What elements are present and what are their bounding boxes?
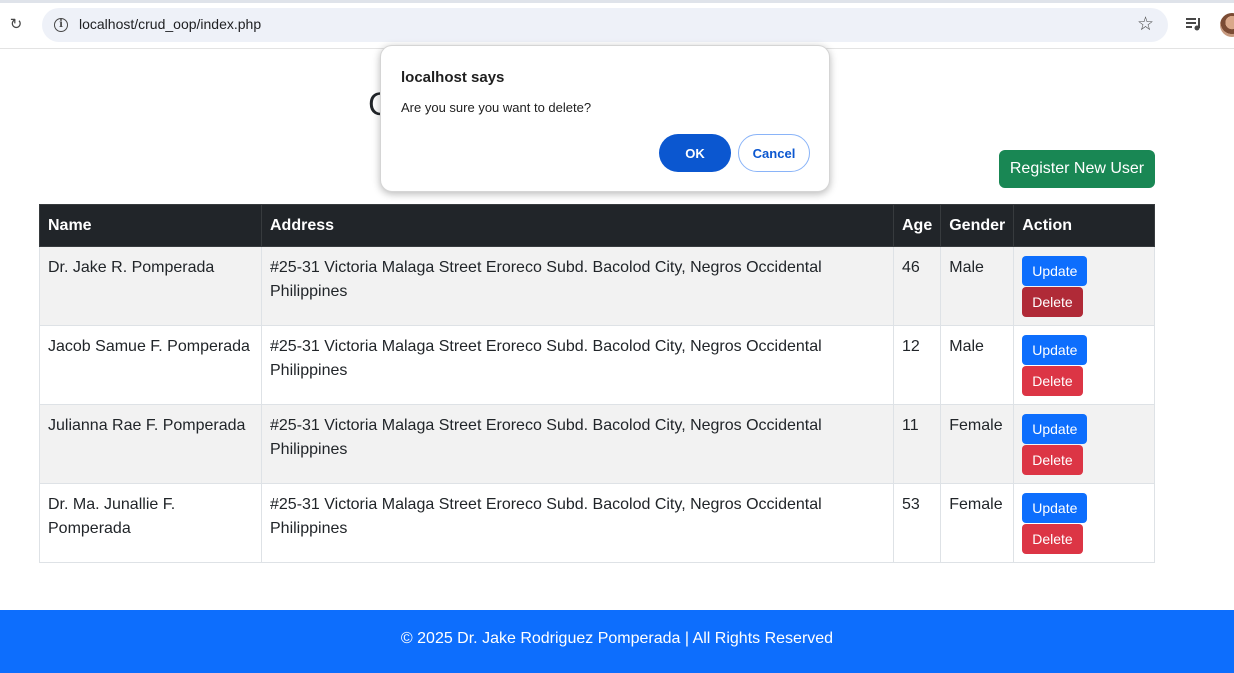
cell-action: Update Delete [1013,483,1155,563]
dialog-message: Are you sure you want to delete? [401,100,592,115]
column-header-action: Action [1013,204,1155,247]
cell-address: #25-31 Victoria Malaga Street Eroreco Su… [261,325,894,405]
bookmark-star-icon[interactable]: ☆ [1137,13,1154,35]
update-button[interactable]: Update [1022,335,1088,365]
cell-gender: Female [940,483,1015,563]
users-table: Name Address Age Gender Action Dr. Jake … [39,204,1155,563]
delete-button[interactable]: Delete [1022,366,1083,396]
cell-name: Julianna Rae F. Pomperada [39,404,262,484]
media-controls-icon[interactable] [1185,15,1203,33]
cell-action: Update Delete [1013,246,1155,326]
cell-age: 53 [892,483,942,563]
site-info-icon[interactable]: i [54,18,68,32]
cell-address: #25-31 Victoria Malaga Street Eroreco Su… [261,404,894,484]
column-header-age: Age [892,204,942,247]
confirm-dialog: localhost says Are you sure you want to … [380,45,830,192]
url-text[interactable]: localhost/crud_oop/index.php [79,16,261,32]
table-header-row: Name Address Age Gender Action [39,204,1155,247]
browser-toolbar: ↻ i localhost/crud_oop/index.php ☆ [0,0,1234,49]
delete-button[interactable]: Delete [1022,287,1083,317]
table-row: Julianna Rae F. Pomperada #25-31 Victori… [39,404,1155,484]
page-footer: © 2025 Dr. Jake Rodriguez Pomperada | Al… [0,610,1234,673]
cell-gender: Male [940,325,1015,405]
cell-name: Dr. Jake R. Pomperada [39,246,262,326]
delete-button[interactable]: Delete [1022,524,1083,554]
table-row: Jacob Samue F. Pomperada #25-31 Victoria… [39,325,1155,405]
update-button[interactable]: Update [1022,493,1088,523]
dialog-cancel-button[interactable]: Cancel [738,134,810,172]
column-header-gender: Gender [940,204,1015,247]
cell-address: #25-31 Victoria Malaga Street Eroreco Su… [261,246,894,326]
cell-name: Dr. Ma. Junallie F. Pomperada [39,483,262,563]
cell-name: Jacob Samue F. Pomperada [39,325,262,405]
register-new-user-button[interactable]: Register New User [999,150,1155,188]
cell-address: #25-31 Victoria Malaga Street Eroreco Su… [261,483,894,563]
column-header-name: Name [39,204,262,247]
cell-age: 11 [892,404,942,484]
dialog-title: localhost says [401,69,505,86]
reload-icon[interactable]: ↻ [7,15,25,33]
cell-gender: Male [940,246,1015,326]
update-button[interactable]: Update [1022,256,1088,286]
cell-age: 46 [892,246,942,326]
dialog-ok-button[interactable]: OK [659,134,731,172]
tab-strip-edge [0,0,1234,3]
cell-gender: Female [940,404,1015,484]
delete-button[interactable]: Delete [1022,445,1083,475]
cell-action: Update Delete [1013,404,1155,484]
update-button[interactable]: Update [1022,414,1088,444]
address-bar[interactable]: i localhost/crud_oop/index.php ☆ [42,8,1168,42]
cell-age: 12 [892,325,942,405]
cell-action: Update Delete [1013,325,1155,405]
table-row: Dr. Ma. Junallie F. Pomperada #25-31 Vic… [39,483,1155,563]
column-header-address: Address [261,204,894,247]
table-row: Dr. Jake R. Pomperada #25-31 Victoria Ma… [39,246,1155,326]
profile-avatar[interactable] [1220,13,1234,37]
